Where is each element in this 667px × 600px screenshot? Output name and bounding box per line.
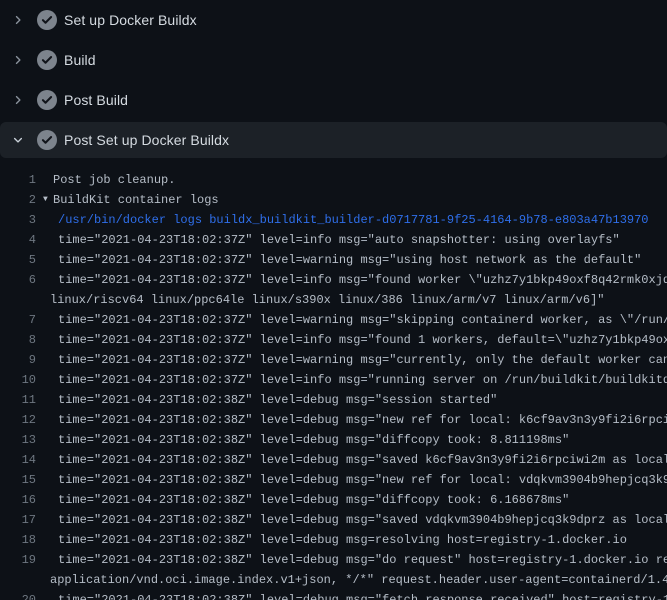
log-line: 11 time="2021-04-23T18:02:38Z" level=debu… bbox=[0, 390, 667, 410]
log-line-text: time="2021-04-23T18:02:38Z" level=debug … bbox=[58, 490, 569, 510]
log-line-text: linux/riscv64 linux/ppc64le linux/s390x … bbox=[50, 290, 605, 310]
step-row[interactable]: Post Set up Docker Buildx bbox=[0, 122, 667, 158]
log-line-number[interactable]: 4 bbox=[0, 230, 36, 250]
group-caret-icon[interactable]: ▼ bbox=[43, 190, 53, 210]
log-line-number bbox=[0, 290, 36, 310]
log-line-text: Post job cleanup. bbox=[53, 170, 175, 190]
log-line-text: time="2021-04-23T18:02:37Z" level=warnin… bbox=[58, 250, 641, 270]
log-line-text: application/vnd.oci.image.index.v1+json,… bbox=[50, 570, 667, 590]
log-line-number[interactable]: 10 bbox=[0, 370, 36, 390]
log-line-text: time="2021-04-23T18:02:37Z" level=info m… bbox=[58, 270, 667, 290]
log-line-number[interactable]: 12 bbox=[0, 410, 36, 430]
log-line: 13 time="2021-04-23T18:02:38Z" level=debu… bbox=[0, 430, 667, 450]
log-line-text: time="2021-04-23T18:02:38Z" level=debug … bbox=[58, 410, 667, 430]
log-line-text: time="2021-04-23T18:02:37Z" level=warnin… bbox=[58, 310, 667, 330]
log-line-number[interactable]: 19 bbox=[0, 550, 36, 570]
log-line: application/vnd.oci.image.index.v1+json,… bbox=[0, 570, 667, 590]
log-line-text: time="2021-04-23T18:02:37Z" level=info m… bbox=[58, 370, 667, 390]
log-line-number[interactable]: 6 bbox=[0, 270, 36, 290]
chevron-right-icon bbox=[12, 94, 24, 106]
step-label: Build bbox=[64, 52, 96, 68]
log-line-text: time="2021-04-23T18:02:38Z" level=debug … bbox=[58, 530, 627, 550]
log-line-text: time="2021-04-23T18:02:38Z" level=debug … bbox=[58, 590, 667, 600]
log-line-number[interactable]: 13 bbox=[0, 430, 36, 450]
steps-list: Set up Docker Buildx Build Post Build Post … bbox=[0, 0, 667, 158]
chevron-right-icon bbox=[12, 14, 24, 26]
log-line: 4 time="2021-04-23T18:02:37Z" level=info … bbox=[0, 230, 667, 250]
log-line-number[interactable]: 5 bbox=[0, 250, 36, 270]
log-line: 14 time="2021-04-23T18:02:38Z" level=debu… bbox=[0, 450, 667, 470]
check-circle-icon bbox=[37, 50, 57, 70]
log-viewer[interactable]: 1 Post job cleanup. 2 ▼BuildKit container l… bbox=[0, 160, 667, 600]
step-row[interactable]: Set up Docker Buildx bbox=[0, 0, 667, 40]
step-label: Post Set up Docker Buildx bbox=[64, 132, 229, 148]
log-line-text: time="2021-04-23T18:02:37Z" level=info m… bbox=[58, 230, 620, 250]
log-line: 3/usr/bin/docker logs buildx_buildkit_bu… bbox=[0, 210, 667, 230]
check-circle-icon bbox=[37, 10, 57, 30]
log-line: 7 time="2021-04-23T18:02:37Z" level=warni… bbox=[0, 310, 667, 330]
check-circle-icon bbox=[37, 130, 57, 150]
log-line-text: time="2021-04-23T18:02:38Z" level=debug … bbox=[58, 510, 667, 530]
log-line-number[interactable]: 16 bbox=[0, 490, 36, 510]
log-line-number[interactable]: 11 bbox=[0, 390, 36, 410]
log-line-text: time="2021-04-23T18:02:37Z" level=info m… bbox=[58, 330, 667, 350]
log-line-text: time="2021-04-23T18:02:38Z" level=debug … bbox=[58, 450, 667, 470]
log-line-number[interactable]: 20 bbox=[0, 590, 36, 600]
log-line-number[interactable]: 7 bbox=[0, 310, 36, 330]
log-line-number[interactable]: 18 bbox=[0, 530, 36, 550]
check-circle-icon bbox=[37, 90, 57, 110]
step-label: Set up Docker Buildx bbox=[64, 12, 197, 28]
log-line-text: BuildKit container logs bbox=[53, 190, 219, 210]
log-line-number[interactable]: 8 bbox=[0, 330, 36, 350]
log-line-number[interactable]: 14 bbox=[0, 450, 36, 470]
log-line: 8 time="2021-04-23T18:02:37Z" level=info … bbox=[0, 330, 667, 350]
log-line: 9 time="2021-04-23T18:02:37Z" level=warni… bbox=[0, 350, 667, 370]
step-row[interactable]: Post Build bbox=[0, 80, 667, 120]
log-line: 10 time="2021-04-23T18:02:37Z" level=info… bbox=[0, 370, 667, 390]
log-line-text: time="2021-04-23T18:02:38Z" level=debug … bbox=[58, 550, 667, 570]
log-command-text: /usr/bin/docker logs buildx_buildkit_bui… bbox=[58, 210, 649, 230]
log-line-text: time="2021-04-23T18:02:38Z" level=debug … bbox=[58, 470, 667, 490]
log-line-number[interactable]: 1 bbox=[0, 170, 36, 190]
log-line-text: time="2021-04-23T18:02:38Z" level=debug … bbox=[58, 430, 569, 450]
log-line-number[interactable]: 3 bbox=[0, 210, 36, 230]
log-line-text: time="2021-04-23T18:02:37Z" level=warnin… bbox=[58, 350, 667, 370]
log-line-number bbox=[0, 570, 36, 590]
log-line: 12 time="2021-04-23T18:02:38Z" level=debu… bbox=[0, 410, 667, 430]
log-line: 2 ▼BuildKit container logs bbox=[0, 190, 667, 210]
log-line: 19 time="2021-04-23T18:02:38Z" level=debu… bbox=[0, 550, 667, 570]
log-line: linux/riscv64 linux/ppc64le linux/s390x … bbox=[0, 290, 667, 310]
log-line-number[interactable]: 9 bbox=[0, 350, 36, 370]
log-line-number[interactable]: 2 bbox=[0, 190, 36, 210]
log-line: 18 time="2021-04-23T18:02:38Z" level=debu… bbox=[0, 530, 667, 550]
log-line: 6 time="2021-04-23T18:02:37Z" level=info … bbox=[0, 270, 667, 290]
step-label: Post Build bbox=[64, 92, 128, 108]
log-line: 16 time="2021-04-23T18:02:38Z" level=debu… bbox=[0, 490, 667, 510]
log-line-number[interactable]: 15 bbox=[0, 470, 36, 490]
log-line: 1 Post job cleanup. bbox=[0, 170, 667, 190]
step-row[interactable]: Build bbox=[0, 40, 667, 80]
log-line: 20 time="2021-04-23T18:02:38Z" level=debu… bbox=[0, 590, 667, 600]
log-line: 15 time="2021-04-23T18:02:38Z" level=debu… bbox=[0, 470, 667, 490]
log-line: 17 time="2021-04-23T18:02:38Z" level=debu… bbox=[0, 510, 667, 530]
log-line-number[interactable]: 17 bbox=[0, 510, 36, 530]
log-line: 5 time="2021-04-23T18:02:37Z" level=warni… bbox=[0, 250, 667, 270]
log-line-text: time="2021-04-23T18:02:38Z" level=debug … bbox=[58, 390, 497, 410]
chevron-right-icon bbox=[12, 54, 24, 66]
chevron-down-icon bbox=[12, 134, 24, 146]
actions-log-panel: Set up Docker Buildx Build Post Build Post … bbox=[0, 0, 667, 600]
